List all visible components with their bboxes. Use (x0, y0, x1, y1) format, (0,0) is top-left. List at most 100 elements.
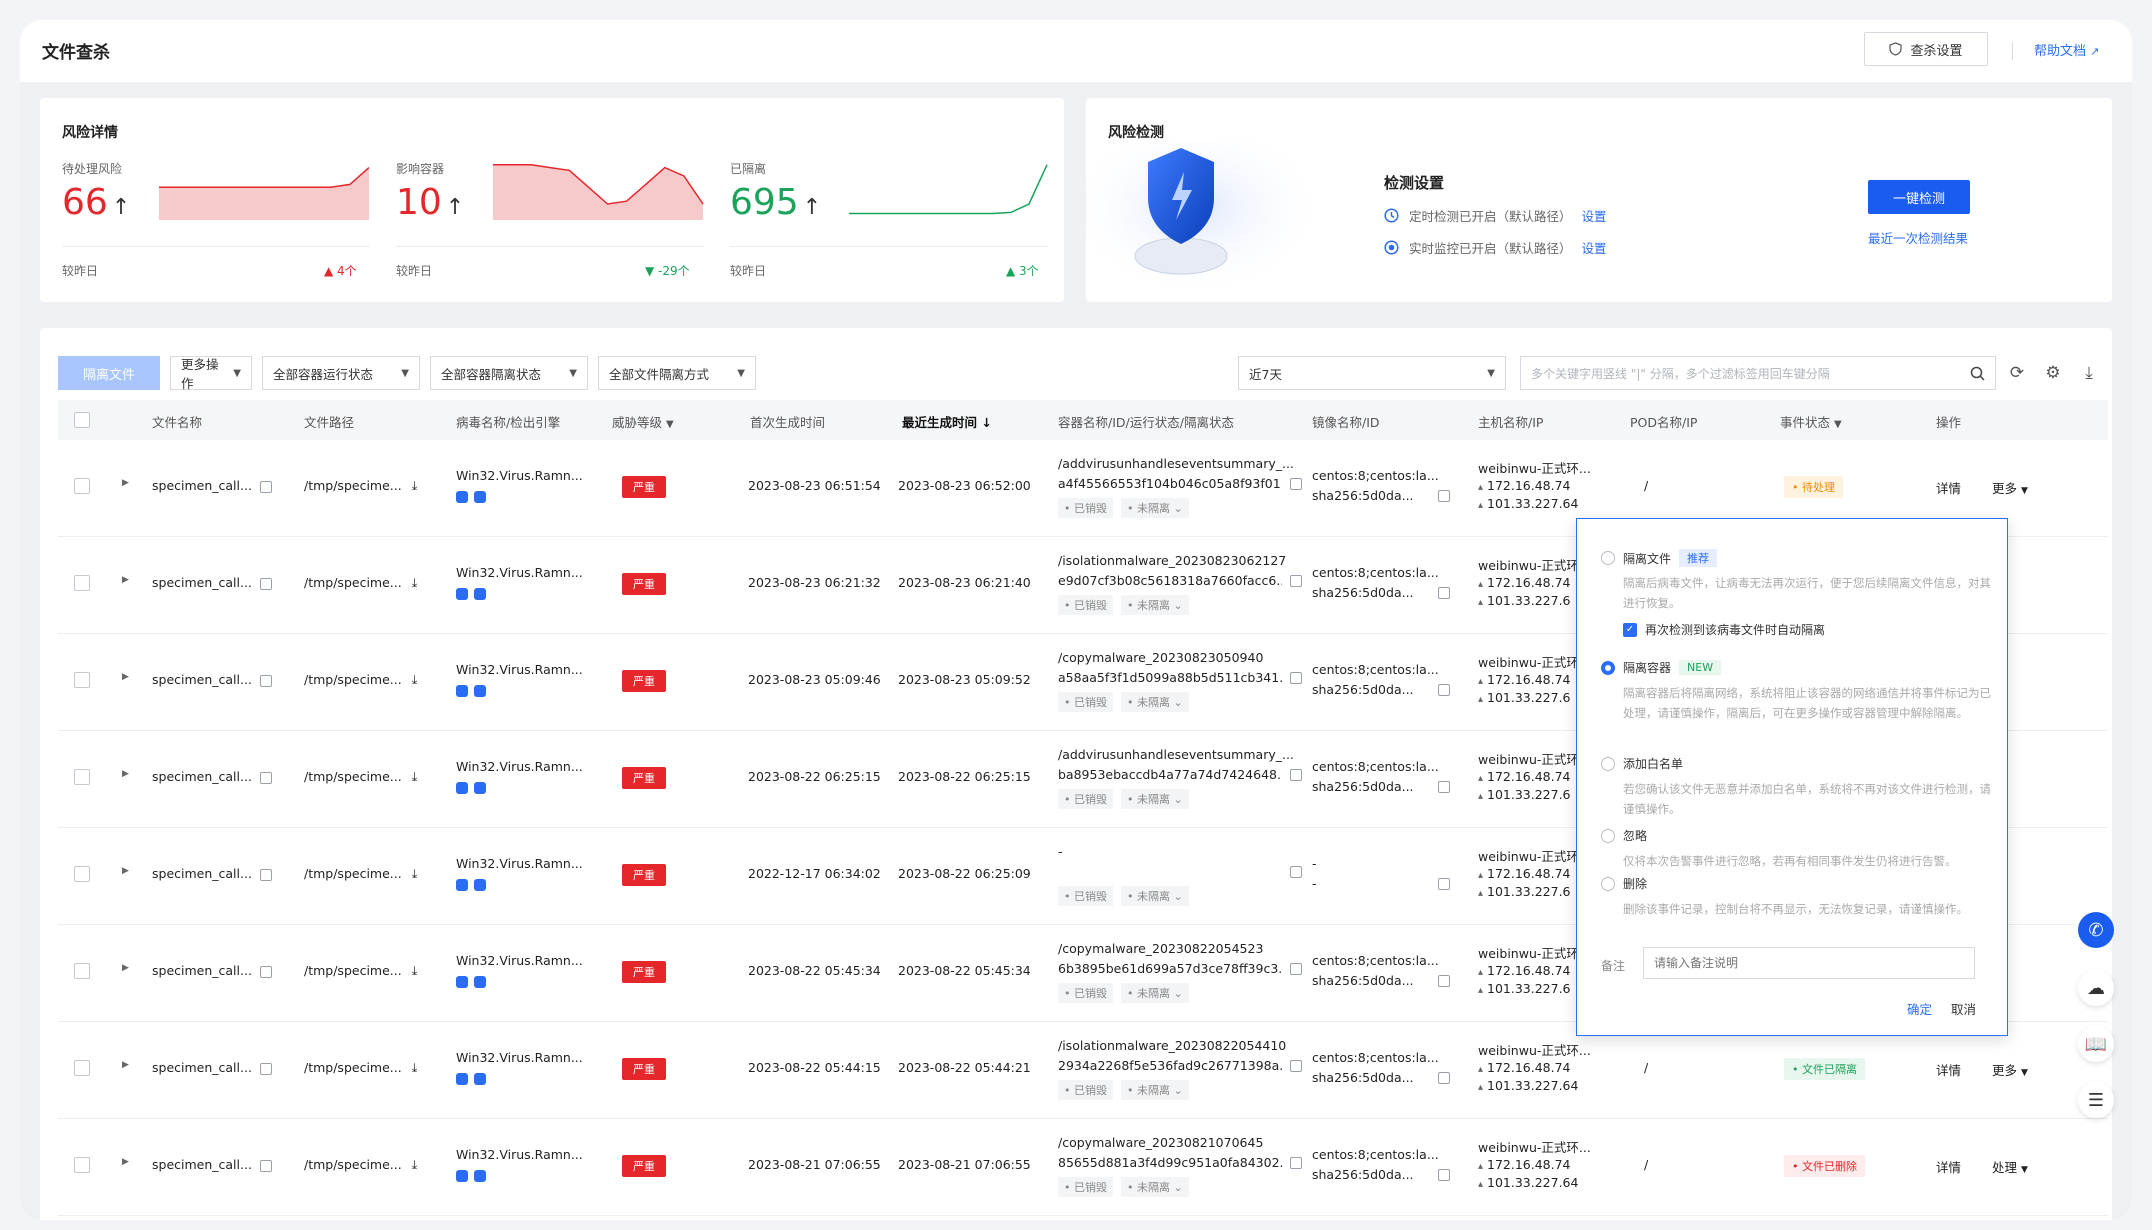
download-icon[interactable]: ⤓ (412, 963, 418, 978)
time-range-select[interactable]: 近7天 ▼ (1238, 356, 1506, 390)
expand-row-icon[interactable]: ▶ (122, 575, 129, 585)
row-checkbox[interactable] (74, 575, 90, 591)
container-id-link[interactable]: 2934a2268f5e536fad9c26771398a... (1058, 1058, 1282, 1073)
select-all-checkbox[interactable] (74, 412, 90, 428)
row-checkbox[interactable] (74, 866, 90, 882)
image-id-link[interactable]: - (1312, 876, 1430, 891)
copy-icon[interactable] (1438, 684, 1450, 696)
radio-isolate-container[interactable] (1601, 660, 1615, 675)
search-icon[interactable] (1970, 366, 1985, 381)
copy-icon[interactable] (1290, 478, 1302, 490)
copy-icon[interactable] (1290, 769, 1302, 781)
option-ignore[interactable]: 忽略 (1601, 827, 1647, 844)
radio-isolate-file[interactable] (1601, 551, 1615, 565)
isolate-status-tag[interactable]: • 未隔离 ⌄ (1121, 498, 1189, 518)
container-id-link[interactable]: 85655d881a3f4d99c951a0fa84302... (1058, 1155, 1282, 1170)
table-row[interactable]: ▶ specimen_call... /tmp/specime... ⤓ Win3… (58, 1022, 2108, 1119)
download-icon[interactable]: ⤓ (412, 478, 418, 493)
expand-row-icon[interactable]: ▶ (122, 866, 129, 876)
detail-link[interactable]: 详情 (1936, 478, 1961, 497)
copy-icon[interactable] (1438, 490, 1450, 502)
copy-icon[interactable] (1438, 1072, 1450, 1084)
host-name-link[interactable]: weibinwu-正式环... (1478, 1137, 1608, 1156)
image-id-link[interactable]: sha256:5d0da... (1312, 779, 1430, 794)
row-checkbox[interactable] (74, 672, 90, 688)
search-input[interactable]: 多个关键字用竖线 "|" 分隔，多个过滤标签用回车键分隔 (1520, 356, 1996, 390)
more-actions-dropdown[interactable]: 更多操作 ▼ (170, 356, 252, 391)
image-id-link[interactable]: sha256:5d0da... (1312, 973, 1430, 988)
copy-icon[interactable] (1290, 963, 1302, 975)
download-icon[interactable]: ⤓ (412, 672, 418, 687)
col-event-status[interactable]: 事件状态 ▼ (1780, 412, 1842, 431)
radio-ignore[interactable] (1601, 828, 1615, 843)
cancel-button[interactable]: 取消 (1951, 999, 1976, 1018)
copy-icon[interactable] (259, 577, 272, 590)
auto-isolate-option[interactable]: ✓ 再次检测到该病毒文件时自动隔离 (1623, 621, 1825, 638)
container-id-link[interactable]: 6b3895be61d699a57d3ce78ff39c3... (1058, 961, 1282, 976)
copy-icon[interactable] (1290, 672, 1302, 684)
host-name-link[interactable]: weibinwu-正式环... (1478, 1040, 1608, 1059)
radio-add-whitelist[interactable] (1601, 756, 1615, 771)
copy-icon[interactable] (259, 1062, 272, 1075)
expand-row-icon[interactable]: ▶ (122, 1060, 129, 1070)
container-id-link[interactable]: ba8953ebaccdb4a77a74d7424648... (1058, 767, 1282, 782)
copy-icon[interactable] (259, 771, 272, 784)
host-name-link[interactable]: weibinwu-正式环... (1478, 458, 1608, 477)
container-isolate-status-filter[interactable]: 全部容器隔离状态 ▼ (430, 356, 588, 390)
download-icon[interactable]: ⤓ (412, 866, 418, 881)
gear-icon[interactable]: ⚙ (2038, 356, 2068, 390)
copy-icon[interactable] (1438, 878, 1450, 890)
remark-input[interactable] (1643, 947, 1975, 979)
one-click-scan-button[interactable]: 一键检测 (1868, 180, 1970, 214)
radio-delete[interactable] (1601, 876, 1615, 891)
container-run-status-filter[interactable]: 全部容器运行状态 ▼ (262, 356, 420, 390)
col-threat-level[interactable]: 威胁等级 ▼ (612, 412, 674, 431)
detail-link[interactable]: 详情 (1936, 1157, 1961, 1176)
row-checkbox[interactable] (74, 478, 90, 494)
isolate-status-tag[interactable]: • 未隔离 ⌄ (1121, 1080, 1189, 1100)
container-id-link[interactable]: a4f45566553f104b046c05a8f93f01... (1058, 476, 1282, 491)
copy-icon[interactable] (259, 1159, 272, 1172)
copy-icon[interactable] (1290, 866, 1302, 878)
help-docs-link[interactable]: 帮助文档 ↗ (2034, 40, 2099, 59)
more-actions-link[interactable]: 更多 ▼ (1992, 478, 2028, 497)
book-icon[interactable]: 📖 (2078, 1026, 2114, 1062)
copy-icon[interactable] (1438, 1169, 1450, 1181)
copy-icon[interactable] (1438, 587, 1450, 599)
detail-link[interactable]: 详情 (1936, 1060, 1961, 1079)
row-checkbox[interactable] (74, 769, 90, 785)
copy-icon[interactable] (259, 480, 272, 493)
copy-icon[interactable] (259, 674, 272, 687)
download-icon[interactable]: ⤓ (2074, 356, 2104, 390)
cloud-icon[interactable]: ☁ (2078, 970, 2114, 1006)
copy-icon[interactable] (259, 965, 272, 978)
col-last-time[interactable]: 最近生成时间 ↓ (902, 412, 992, 431)
isolate-status-tag[interactable]: • 未隔离 ⌄ (1121, 983, 1189, 1003)
image-id-link[interactable]: sha256:5d0da... (1312, 1070, 1430, 1085)
isolate-status-tag[interactable]: • 未隔离 ⌄ (1121, 1177, 1189, 1197)
option-add-whitelist[interactable]: 添加白名单 (1601, 755, 1683, 772)
option-isolate-file[interactable]: 隔离文件 推荐 (1601, 549, 1718, 567)
image-id-link[interactable]: sha256:5d0da... (1312, 1167, 1430, 1182)
copy-icon[interactable] (259, 868, 272, 881)
option-delete[interactable]: 删除 (1601, 875, 1647, 892)
expand-row-icon[interactable]: ▶ (122, 769, 129, 779)
file-isolate-method-filter[interactable]: 全部文件隔离方式 ▼ (598, 356, 756, 390)
expand-row-icon[interactable]: ▶ (122, 1157, 129, 1167)
download-icon[interactable]: ⤓ (412, 769, 418, 784)
confirm-button[interactable]: 确定 (1907, 999, 1932, 1018)
option-isolate-container[interactable]: 隔离容器 NEW (1601, 659, 1722, 676)
download-icon[interactable]: ⤓ (412, 1157, 418, 1172)
customer-service-icon[interactable]: ✆ (2078, 912, 2114, 948)
last-scan-result-link[interactable]: 最近一次检测结果 (1868, 228, 1968, 247)
image-id-link[interactable]: sha256:5d0da... (1312, 682, 1430, 697)
download-icon[interactable]: ⤓ (412, 575, 418, 590)
refresh-icon[interactable]: ⟳ (2002, 356, 2032, 390)
scheduled-scan-settings-link[interactable]: 设置 (1582, 206, 1607, 225)
copy-icon[interactable] (1290, 1157, 1302, 1169)
isolate-file-button[interactable]: 隔离文件 (58, 356, 160, 390)
row-checkbox[interactable] (74, 1157, 90, 1173)
row-checkbox[interactable] (74, 1060, 90, 1076)
more-actions-link[interactable]: 处理 ▼ (1992, 1157, 2028, 1176)
isolate-status-tag[interactable]: • 未隔离 ⌄ (1121, 886, 1189, 906)
